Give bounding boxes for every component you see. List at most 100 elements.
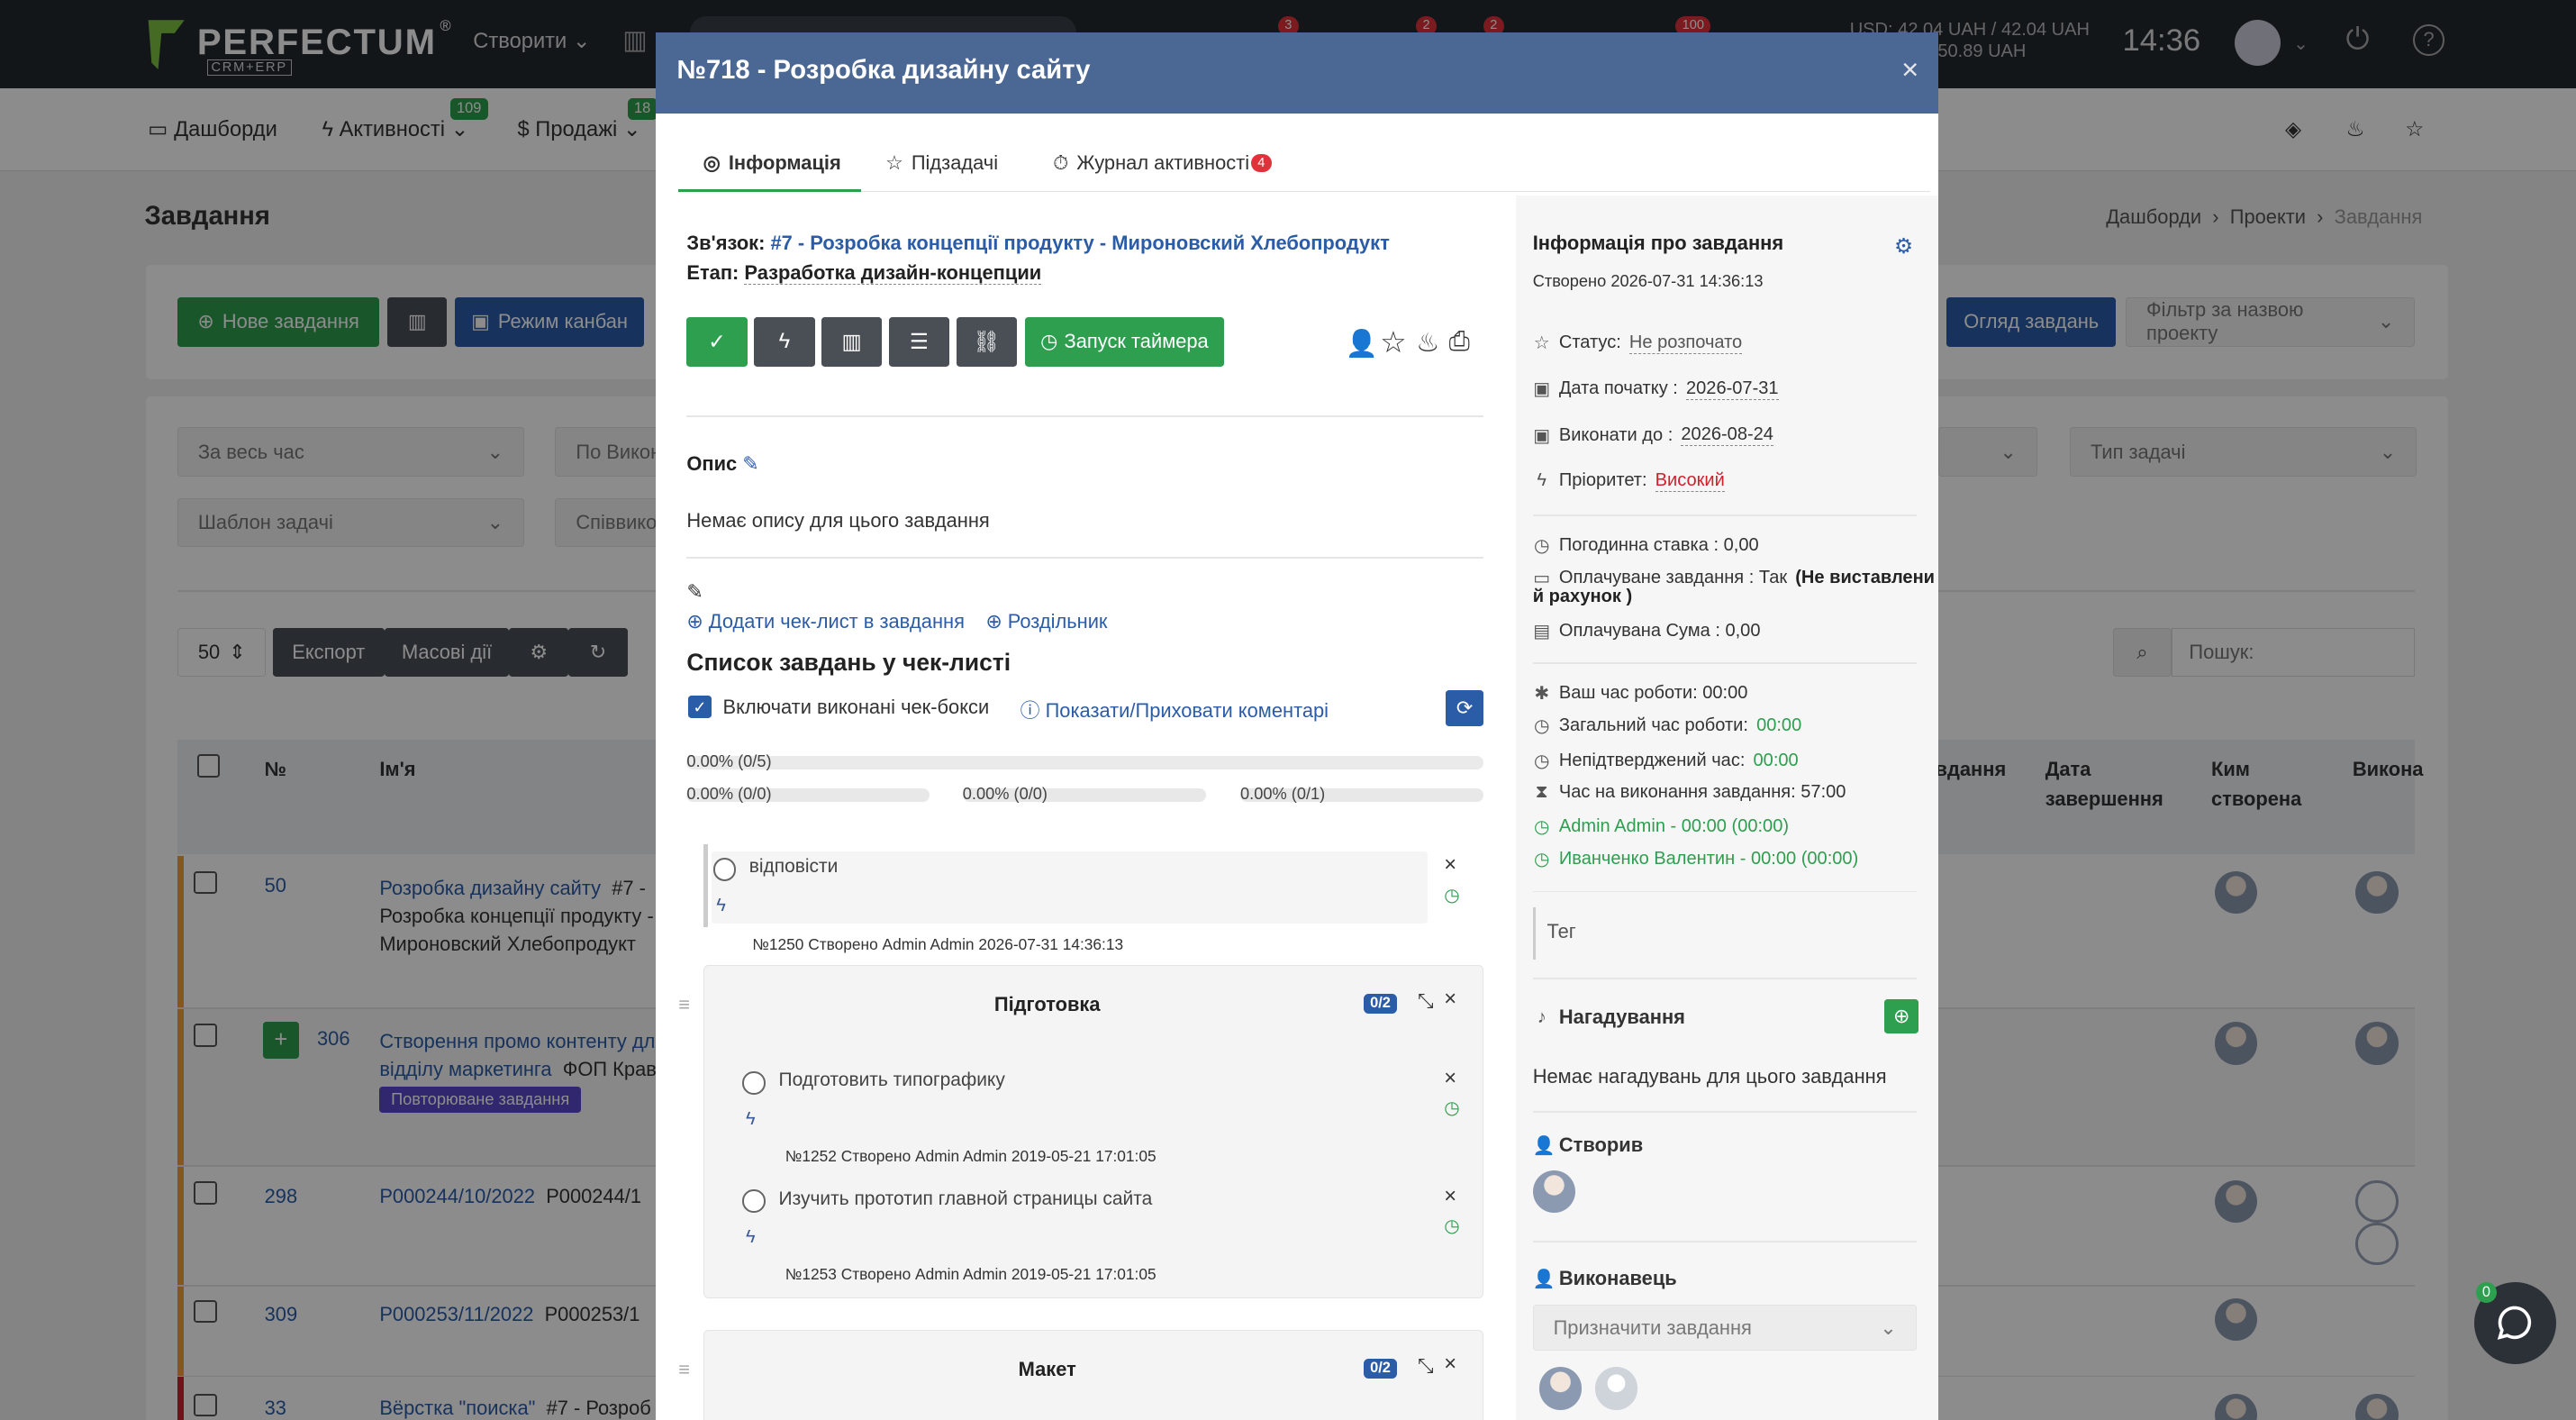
check-icon: ✓ (708, 330, 727, 354)
reminders-title: ♪ Нагадування (1533, 1006, 1685, 1029)
print-icon[interactable]: ⎙ (1449, 327, 1470, 357)
add-checklist-link[interactable]: ⊕ Додати чек-лист в завдання (686, 610, 965, 633)
status-value[interactable]: Не розпочато (1628, 332, 1743, 354)
toggle-comments-link[interactable]: ⓘ Показати/Приховати коментарі (1020, 696, 1329, 724)
stage-value[interactable]: Разработка дизайн-концепции (744, 260, 1042, 285)
executor-avatar[interactable] (1538, 1367, 1583, 1410)
delete-icon[interactable]: × (1444, 1067, 1456, 1091)
start-value[interactable]: 2026-07-31 (1686, 378, 1779, 400)
tab-divider (678, 190, 1931, 193)
chat-icon (2498, 1306, 2532, 1341)
plus-circle-icon: ⊕ (1892, 1005, 1910, 1028)
clock-icon[interactable]: ◷ (1444, 1097, 1460, 1119)
star-icon[interactable]: ☆ (1380, 325, 1406, 360)
unconfirmed-row: ◷ Непідтверджений час: 00:00 (1533, 750, 1799, 772)
item-bar (703, 844, 709, 927)
hourglass-icon: ⧗ (1535, 782, 1548, 803)
unconfirmed-value: 00:00 (1753, 750, 1799, 770)
edit-icon[interactable]: ✎ (742, 452, 758, 475)
sync-icon: ⟳ (1456, 696, 1474, 720)
relation-label: Зв'язок: (686, 232, 766, 255)
modal-header: №718 - Розробка дизайну сайту × (655, 32, 1939, 114)
unconfirmed-label: Непідтверджений час: (1558, 750, 1746, 770)
item-radio[interactable] (742, 1071, 766, 1095)
start-label: Дата початку : (1558, 378, 1678, 399)
edit-icon[interactable]: ✎ (686, 580, 703, 604)
chart-button[interactable]: ▥ (821, 317, 883, 367)
tab-activity-log[interactable]: ⏱ Журнал активності 4 (1053, 150, 1272, 175)
delete-icon[interactable]: × (1444, 988, 1456, 1012)
assign-select[interactable]: Призначити завдання ⌄ (1532, 1305, 1918, 1352)
bolt-button[interactable]: ϟ (754, 317, 815, 367)
delete-icon[interactable]: × (1444, 853, 1456, 878)
list-button[interactable]: ☰ (888, 317, 950, 367)
add-reminder-button[interactable]: ⊕ (1884, 998, 1919, 1034)
separator-link[interactable]: ⊕ Роздільник (985, 610, 1107, 633)
complete-button[interactable]: ✓ (686, 317, 748, 367)
progress-total-bar (686, 755, 1483, 769)
drag-handle-icon[interactable]: ≡ (678, 1358, 690, 1381)
clock-icon: ◷ (1040, 330, 1058, 353)
relation-link[interactable]: #7 - Розробка концепції продукту - Мирон… (771, 232, 1390, 254)
tab-active-indicator (678, 188, 861, 193)
time-to-complete-row: ⧗ Час на виконання завдання: 57:00 (1533, 782, 1846, 803)
bolt-icon[interactable]: ϟ (746, 1109, 756, 1130)
list-icon: ☰ (909, 330, 930, 354)
timer-entry: Иванченко Валентин - 00:00 (00:00) (1558, 849, 1859, 869)
item-radio[interactable] (742, 1189, 766, 1214)
due-date-row: ▣ Виконати до : 2026-08-24 (1533, 424, 1773, 447)
include-done-checkbox[interactable]: ✓ (688, 695, 712, 719)
checklist-item-text[interactable]: Подготовить типографику (779, 1070, 1005, 1091)
gear-icon[interactable]: ⚙ (1894, 233, 1913, 259)
divider (1532, 978, 1918, 980)
bolt-icon[interactable]: ϟ (716, 896, 726, 916)
total-time-row: ◷ Загальний час роботи: 00:00 (1533, 715, 1801, 737)
tab-subtasks[interactable]: ☆ Підзадачі (885, 151, 998, 175)
collapse-icon[interactable]: ⤡ (1418, 1354, 1434, 1378)
progress-label: 0.00% (0/1) (1240, 783, 1326, 803)
divider (686, 415, 1483, 418)
item-radio[interactable] (712, 858, 737, 881)
tab-info[interactable]: ◎ Інформація (703, 151, 841, 175)
description-title: Опис ✎ (686, 452, 758, 476)
delete-icon[interactable]: × (1444, 1352, 1456, 1377)
billable-note-2: й рахунок ) (1532, 587, 1633, 607)
clock-icon: ◷ (1533, 816, 1550, 837)
bolt-icon: ϟ (778, 329, 791, 353)
start-timer-button[interactable]: ◷ Запуск таймера (1025, 317, 1224, 367)
bolt-icon[interactable]: ϟ (746, 1227, 756, 1248)
close-icon[interactable]: × (1901, 52, 1918, 86)
priority-row: ϟ Пріоритет: Високий (1533, 470, 1725, 492)
tab-label: Журнал активності (1076, 150, 1250, 174)
due-value[interactable]: 2026-08-24 (1681, 424, 1773, 447)
clock-icon[interactable]: ◷ (1444, 884, 1460, 906)
billable-sum: Оплачувана Сума : 0,00 (1558, 620, 1761, 641)
clock-icon[interactable]: ◷ (1444, 1215, 1460, 1237)
time-to-complete: Час на виконання завдання: 57:00 (1558, 782, 1846, 803)
divider (1532, 1241, 1918, 1242)
checklist-item-text[interactable]: Изучить прототип главной страницы сайта (779, 1188, 1153, 1210)
checklist-title: Список завдань у чек-листі (686, 649, 1011, 677)
sync-button[interactable]: ⟳ (1446, 690, 1483, 727)
delete-icon[interactable]: × (1444, 1185, 1456, 1209)
fire-icon[interactable]: ♨ (1416, 327, 1439, 359)
link-icon: ⛓ (973, 330, 1001, 354)
priority-value[interactable]: Високий (1655, 470, 1725, 492)
tag-input[interactable]: Тег (1532, 906, 1918, 960)
calendar-icon: ▣ (1533, 379, 1551, 400)
collapse-icon[interactable]: ⤡ (1418, 989, 1434, 1013)
user-icon: 👤 (1532, 1269, 1556, 1289)
executor-avatar-placeholder[interactable] (1595, 1367, 1638, 1410)
progress-total-label: 0.00% (0/5) (686, 751, 772, 770)
include-done-label: Включати виконані чек-бокси (722, 695, 990, 718)
bell-icon: ♪ (1537, 1006, 1547, 1027)
divider (686, 557, 1483, 560)
creator-avatar[interactable] (1532, 1170, 1576, 1213)
drag-handle-icon[interactable]: ≡ (678, 993, 690, 1016)
link-button[interactable]: ⛓ (956, 317, 1017, 367)
timer-row: ◷ Иванченко Валентин - 00:00 (00:00) (1533, 848, 1859, 870)
checklist-item-text[interactable]: відповісти (749, 856, 839, 878)
executor-title: 👤 Виконавець (1533, 1267, 1677, 1290)
timer-entry: Admin Admin - 00:00 (00:00) (1558, 815, 1790, 836)
assign-user-icon[interactable]: 👤 (1346, 329, 1378, 360)
